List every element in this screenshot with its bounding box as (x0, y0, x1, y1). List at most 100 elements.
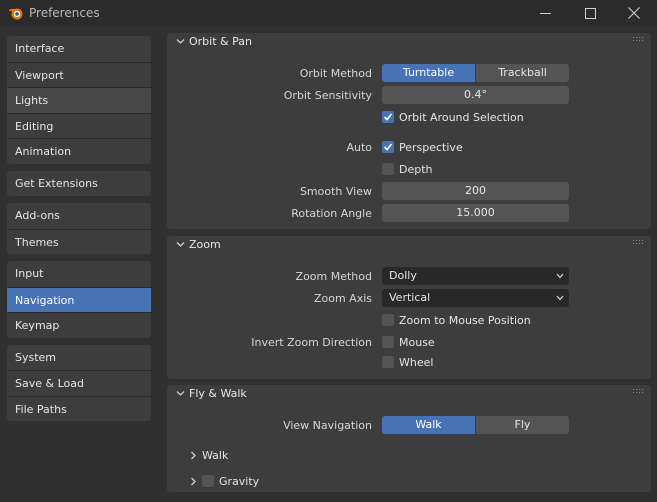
checkbox-box[interactable] (382, 336, 394, 348)
zoom-method-dropdown[interactable]: Dolly (382, 267, 569, 285)
panel-title: Orbit & Pan (189, 35, 252, 48)
gravity-subpanel-header[interactable]: Gravity (189, 472, 259, 490)
close-button[interactable] (611, 0, 657, 26)
panel-header-fly-walk[interactable]: Fly & Walk (167, 385, 651, 403)
dropdown-arrow-icon (556, 295, 564, 301)
close-icon (628, 7, 640, 19)
checkbox-box[interactable] (382, 314, 394, 326)
walk-subpanel-title: Walk (202, 448, 229, 462)
walk-subpanel-header[interactable]: Walk (189, 446, 228, 464)
panel-fly-walk: Fly & Walk View Navigation Walk Fly Walk… (167, 385, 651, 492)
orbit-around-selection-checkbox[interactable]: Orbit Around Selection (382, 108, 524, 126)
sidebar-item-navigation[interactable]: Navigation (7, 286, 151, 312)
chevron-down-icon (176, 391, 185, 396)
auto-label: Auto (346, 141, 372, 154)
sidebar-item-add-ons[interactable]: Add-ons (7, 203, 151, 229)
panel-header-orbit-pan[interactable]: Orbit & Pan (167, 33, 651, 51)
perspective-label: Perspective (399, 140, 463, 154)
minimize-icon (539, 12, 551, 14)
grip-icon[interactable] (633, 240, 643, 245)
gravity-checkbox[interactable] (202, 475, 214, 487)
orbit-method-trackball[interactable]: Trackball (475, 64, 569, 82)
sidebar-item-viewport[interactable]: Viewport (7, 61, 151, 87)
sidebar-item-get-extensions[interactable]: Get Extensions (7, 170, 151, 196)
grip-icon[interactable] (633, 389, 643, 394)
checkbox-box[interactable] (382, 141, 394, 153)
orbit-method-row: Orbit Method Turntable Trackball (167, 64, 651, 82)
zoom-to-mouse-label: Zoom to Mouse Position (399, 313, 531, 327)
zoom-method-value: Dolly (389, 269, 417, 282)
sidebar-group-system: System Save & Load File Paths (7, 344, 151, 421)
orbit-sensitivity-label: Orbit Sensitivity (283, 89, 372, 102)
sidebar-item-lights[interactable]: Lights (7, 87, 151, 113)
maximize-button[interactable] (567, 0, 613, 26)
checkbox-box[interactable] (382, 163, 394, 175)
title-bar: Preferences (0, 0, 657, 26)
window-title: Preferences (29, 6, 100, 20)
rotation-angle-field[interactable]: 15.000 (382, 204, 569, 222)
panel-zoom: Zoom Zoom Method Dolly Zoom Axis Vertica… (167, 236, 651, 379)
gravity-subpanel-title: Gravity (219, 474, 260, 488)
sidebar-group-addons: Add-ons Themes (7, 203, 151, 254)
sidebar-item-save-load[interactable]: Save & Load (7, 370, 151, 396)
chevron-right-icon (191, 477, 196, 485)
checkbox-box[interactable] (382, 356, 394, 368)
invert-wheel-checkbox[interactable]: Wheel (382, 353, 433, 371)
smooth-view-label: Smooth View (299, 185, 372, 198)
invert-zoom-label: Invert Zoom Direction (251, 336, 372, 349)
view-navigation-toggle: Walk Fly (382, 416, 569, 434)
sidebar-item-themes[interactable]: Themes (7, 228, 151, 254)
smooth-view-row: Smooth View 200 (167, 182, 651, 200)
panel-orbit-pan: Orbit & Pan Orbit Method Turntable Track… (167, 33, 651, 229)
zoom-axis-label: Zoom Axis (313, 292, 372, 305)
zoom-axis-value: Vertical (389, 291, 431, 304)
mouse-label: Mouse (399, 335, 435, 349)
zoom-axis-dropdown[interactable]: Vertical (382, 289, 569, 307)
checkmark-icon (383, 143, 393, 151)
view-navigation-row: View Navigation Walk Fly (167, 416, 651, 434)
view-navigation-label: View Navigation (283, 419, 372, 432)
minimize-button[interactable] (522, 0, 568, 26)
orbit-method-toggle: Turntable Trackball (382, 64, 569, 82)
sidebar-item-editing[interactable]: Editing (7, 112, 151, 138)
auto-depth-checkbox[interactable]: Depth (382, 160, 433, 178)
chevron-right-icon (191, 451, 196, 459)
invert-mouse-checkbox[interactable]: Mouse (382, 333, 435, 351)
orbit-sensitivity-field[interactable]: 0.4° (382, 86, 569, 104)
zoom-method-label: Zoom Method (295, 270, 372, 283)
view-navigation-fly[interactable]: Fly (475, 416, 569, 434)
rotation-angle-row: Rotation Angle 15.000 (167, 204, 651, 222)
blender-logo-icon (9, 8, 23, 20)
smooth-view-field[interactable]: 200 (382, 182, 569, 200)
chevron-down-icon (176, 242, 185, 247)
orbit-around-selection-label: Orbit Around Selection (399, 110, 524, 124)
checkbox-box[interactable] (382, 111, 394, 123)
orbit-sensitivity-row: Orbit Sensitivity 0.4° (167, 86, 651, 104)
sidebar-item-keymap[interactable]: Keymap (7, 312, 151, 338)
sidebar-item-animation[interactable]: Animation (7, 138, 151, 164)
panel-title: Zoom (189, 238, 221, 251)
sidebar-item-system[interactable]: System (7, 344, 151, 370)
view-navigation-walk[interactable]: Walk (382, 416, 475, 434)
panel-title: Fly & Walk (189, 387, 247, 400)
auto-perspective-checkbox[interactable]: Perspective (382, 138, 463, 156)
sidebar-item-input[interactable]: Input (7, 261, 151, 287)
zoom-method-row: Zoom Method Dolly (167, 267, 651, 285)
rotation-angle-label: Rotation Angle (291, 207, 372, 220)
zoom-to-mouse-checkbox[interactable]: Zoom to Mouse Position (382, 311, 531, 329)
wheel-label: Wheel (399, 355, 434, 369)
sidebar-group-general: Interface Viewport Lights Editing Animat… (7, 36, 151, 164)
dropdown-arrow-icon (556, 273, 564, 279)
sidebar-group-extensions: Get Extensions (7, 170, 151, 196)
sidebar-item-interface[interactable]: Interface (7, 36, 151, 62)
maximize-icon (584, 7, 596, 19)
grip-icon[interactable] (633, 37, 643, 42)
chevron-down-icon (176, 39, 185, 44)
orbit-method-turntable[interactable]: Turntable (382, 64, 475, 82)
depth-label: Depth (399, 162, 433, 176)
panel-header-zoom[interactable]: Zoom (167, 236, 651, 254)
sidebar-group-input: Input Navigation Keymap (7, 261, 151, 338)
sidebar-item-file-paths[interactable]: File Paths (7, 395, 151, 421)
sidebar: Interface Viewport Lights Editing Animat… (7, 36, 151, 428)
zoom-axis-row: Zoom Axis Vertical (167, 289, 651, 307)
